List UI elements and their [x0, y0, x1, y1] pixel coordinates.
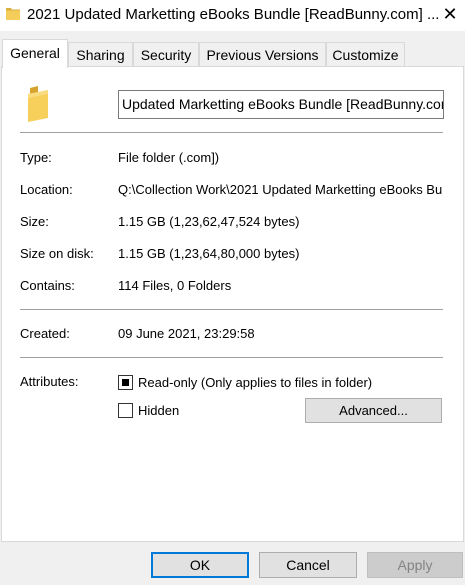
close-button[interactable]: ✕ — [437, 2, 463, 28]
separator — [20, 309, 443, 310]
title-bar: 2021 Updated Marketting eBooks Bundle [R… — [0, 0, 465, 31]
tab-security[interactable]: Security — [133, 42, 199, 67]
tab-strip: General Sharing Security Previous Versio… — [0, 31, 465, 68]
indeterminate-mark — [122, 379, 129, 386]
created-value: 09 June 2021, 23:29:58 — [118, 326, 255, 341]
close-icon: ✕ — [442, 4, 458, 24]
tab-customize[interactable]: Customize — [326, 42, 405, 67]
size-on-disk-label: Size on disk: — [20, 246, 94, 261]
folder-icon — [6, 8, 20, 20]
large-folder-icon — [28, 86, 48, 122]
properties-window: 2021 Updated Marketting eBooks Bundle [R… — [0, 0, 465, 585]
type-value: File folder (.com]) — [118, 150, 220, 165]
general-panel — [1, 66, 464, 542]
type-label: Type: — [20, 150, 52, 165]
separator — [20, 132, 443, 133]
size-on-disk-value: 1.15 GB (1,23,64,80,000 bytes) — [118, 246, 300, 261]
separator — [20, 357, 443, 358]
folder-name-input[interactable]: Updated Marketting eBooks Bundle [ReadBu… — [118, 90, 444, 119]
tab-general[interactable]: General — [2, 39, 68, 68]
contains-value: 114 Files, 0 Folders — [118, 278, 232, 293]
readonly-label: Read-only (Only applies to files in fold… — [138, 375, 373, 390]
size-value: 1.15 GB (1,23,62,47,524 bytes) — [118, 214, 300, 229]
cancel-button[interactable]: Cancel — [259, 552, 357, 578]
apply-button[interactable]: Apply — [367, 552, 463, 578]
tab-sharing[interactable]: Sharing — [68, 42, 133, 67]
attributes-label: Attributes: — [20, 374, 79, 389]
contains-label: Contains: — [20, 278, 75, 293]
hidden-label: Hidden — [138, 403, 180, 418]
created-label: Created: — [20, 326, 70, 341]
size-label: Size: — [20, 214, 49, 229]
ok-button[interactable]: OK — [151, 552, 249, 578]
location-label: Location: — [20, 182, 73, 197]
hidden-checkbox[interactable] — [118, 403, 133, 418]
tab-previous-versions[interactable]: Previous Versions — [199, 42, 326, 67]
readonly-checkbox[interactable] — [118, 375, 133, 390]
location-value: Q:\Collection Work\2021 Updated Marketti… — [118, 182, 443, 197]
advanced-button[interactable]: Advanced... — [305, 398, 442, 423]
window-title: 2021 Updated Marketting eBooks Bundle [R… — [27, 6, 440, 23]
